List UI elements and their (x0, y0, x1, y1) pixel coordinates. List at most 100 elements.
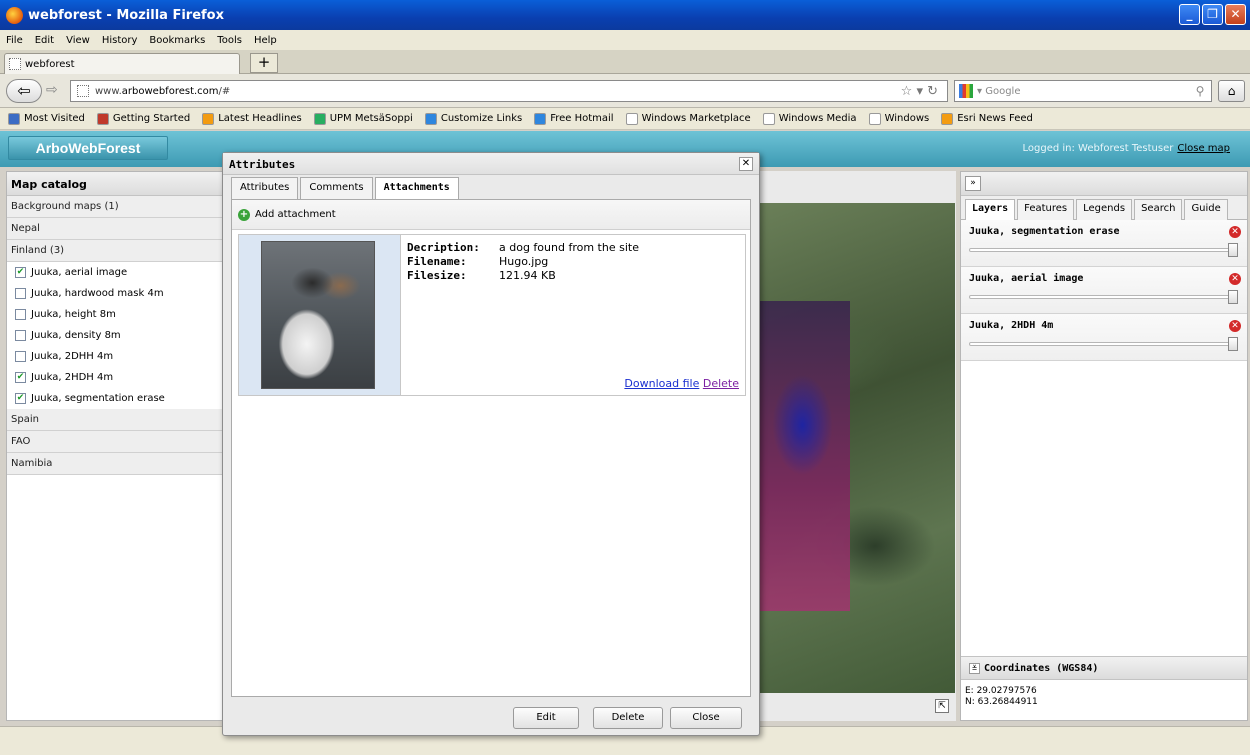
search-input[interactable]: ▾ Google ⚲ (954, 80, 1212, 102)
catalog-group[interactable]: FAO (7, 431, 229, 453)
edit-button[interactable]: Edit (513, 707, 579, 729)
browser-tab[interactable]: webforest (4, 53, 240, 74)
layer-checkbox[interactable] (15, 330, 26, 341)
menu-file[interactable]: File (6, 35, 23, 46)
bookmarks-toolbar: Most Visited Getting Started Latest Headli… (0, 108, 1250, 130)
filesize-value: 121.94 KB (499, 269, 556, 282)
dog-photo-thumbnail[interactable] (261, 241, 375, 389)
catalog-layer-item[interactable]: Juuka, density 8m (7, 325, 229, 346)
coordinates-toggle-icon[interactable]: ≚ (969, 662, 980, 674)
download-file-link[interactable]: Download file (624, 377, 699, 390)
collapse-right-panel-button[interactable]: » (965, 176, 981, 191)
menu-history[interactable]: History (102, 35, 138, 46)
menu-help[interactable]: Help (254, 35, 277, 46)
remove-layer-icon[interactable]: ✕ (1229, 226, 1241, 238)
opacity-slider[interactable] (969, 290, 1238, 304)
layer-checkbox[interactable] (15, 288, 26, 299)
dialog-close-icon[interactable]: ✕ (739, 157, 753, 171)
tab-features[interactable]: Features (1017, 199, 1075, 220)
opacity-slider[interactable] (969, 243, 1238, 257)
slider-handle[interactable] (1228, 290, 1238, 304)
bookmark-item[interactable]: Windows (868, 112, 929, 125)
layer-checkbox[interactable] (15, 309, 26, 320)
overview-toggle-icon[interactable]: ⇱ (935, 699, 949, 713)
catalog-layer-item[interactable]: Juuka, hardwood mask 4m (7, 283, 229, 304)
menu-tools[interactable]: Tools (217, 35, 242, 46)
restore-button[interactable]: ❐ (1202, 4, 1223, 25)
attachment-links: Download file Delete (624, 377, 739, 390)
minimize-button[interactable]: _ (1179, 4, 1200, 25)
dialog-tab-attachments[interactable]: Attachments (374, 177, 459, 200)
catalog-layer-item[interactable]: ✔ Juuka, aerial image (7, 262, 229, 283)
description-row: Decription: a dog found from the site (407, 241, 639, 254)
dialog-tab-comments[interactable]: Comments (300, 177, 373, 199)
bookmark-label: Customize Links (440, 113, 523, 124)
delete-button[interactable]: Delete (593, 707, 663, 729)
bookmark-item[interactable]: Getting Started (96, 112, 190, 125)
bookmark-item[interactable]: Latest Headlines (202, 112, 302, 125)
catalog-group[interactable]: Nepal (7, 218, 229, 240)
add-attachment-button[interactable]: + Add attachment (232, 200, 750, 230)
google-icon[interactable] (959, 84, 973, 98)
slider-handle[interactable] (1228, 337, 1238, 351)
layer-checkbox[interactable]: ✔ (15, 393, 26, 404)
tab-guide[interactable]: Guide (1184, 199, 1228, 220)
back-button[interactable]: ⇦ (6, 79, 42, 103)
close-window-button[interactable]: ✕ (1225, 4, 1246, 25)
site-identity-icon[interactable] (77, 85, 89, 97)
bookmark-item[interactable]: Esri News Feed (941, 112, 1033, 125)
url-bar[interactable]: www.arbowebforest.com/# (70, 80, 948, 102)
layer-name: Juuka, segmentation erase (969, 226, 1120, 237)
catalog-group[interactable]: Spain (7, 409, 229, 431)
login-status: Logged in: Webforest Testuser Close map (1023, 143, 1231, 154)
description-label: Decription: (407, 241, 480, 254)
close-map-link[interactable]: Close map (1177, 143, 1230, 154)
bookmark-item[interactable]: Customize Links (424, 112, 523, 125)
layer-label: Juuka, aerial image (31, 267, 128, 278)
layer-name: Juuka, aerial image (969, 273, 1084, 284)
menu-bookmarks[interactable]: Bookmarks (149, 35, 205, 46)
segmentation-overlay[interactable] (755, 301, 850, 611)
bookmark-item[interactable]: UPM MetsäSoppi (313, 112, 413, 125)
tab-legends[interactable]: Legends (1076, 199, 1133, 220)
dialog-tab-attributes[interactable]: Attributes (231, 177, 299, 199)
home-button[interactable]: ⌂ (1218, 80, 1245, 102)
catalog-layer-item[interactable]: Juuka, height 8m (7, 304, 229, 325)
right-panel-tabs: Layers Features Legends Search Guide (961, 196, 1247, 221)
layer-label: Juuka, hardwood mask 4m (31, 288, 164, 299)
bookmark-item[interactable]: Windows Marketplace (625, 112, 751, 125)
layer-label: Juuka, 2DHH 4m (31, 351, 114, 362)
catalog-layer-item[interactable]: Juuka, 2DHH 4m (7, 346, 229, 367)
catalog-layer-item[interactable]: ✔ Juuka, 2HDH 4m (7, 367, 229, 388)
layer-checkbox[interactable]: ✔ (15, 267, 26, 278)
tab-layers[interactable]: Layers (965, 199, 1016, 221)
bookmark-star-icon[interactable]: ☆ ▾ ↻ (901, 84, 938, 99)
menu-edit[interactable]: Edit (35, 35, 54, 46)
logged-in-text: Logged in: Webforest Testuser (1022, 143, 1174, 154)
bookmark-item[interactable]: Most Visited (8, 112, 85, 125)
remove-layer-icon[interactable]: ✕ (1229, 320, 1241, 332)
new-tab-button[interactable]: + (250, 53, 278, 73)
opacity-slider[interactable] (969, 337, 1238, 351)
slider-handle[interactable] (1228, 243, 1238, 257)
catalog-group[interactable]: Finland (3) (7, 240, 229, 262)
filesize-row: Filesize: 121.94 KB (407, 269, 556, 282)
remove-layer-icon[interactable]: ✕ (1229, 273, 1241, 285)
close-dialog-button[interactable]: Close (670, 707, 742, 729)
coordinates-header[interactable]: ≚ Coordinates (WGS84) (961, 656, 1247, 680)
catalog-group[interactable]: Namibia (7, 453, 229, 475)
layer-checkbox[interactable] (15, 351, 26, 362)
search-go-icon[interactable]: ⚲ (1189, 81, 1211, 101)
delete-attachment-link[interactable]: Delete (703, 377, 739, 390)
attachment-thumbnail-cell (239, 235, 401, 395)
catalog-group[interactable]: Background maps (1) (7, 196, 229, 218)
forward-button[interactable]: ⇨ (46, 82, 58, 98)
dialog-tabs: Attributes Comments Attachments (231, 177, 459, 200)
layer-checkbox[interactable]: ✔ (15, 372, 26, 383)
tab-search[interactable]: Search (1134, 199, 1183, 220)
bookmark-item[interactable]: Free Hotmail (534, 112, 614, 125)
menu-view[interactable]: View (66, 35, 90, 46)
catalog-layer-item[interactable]: ✔ Juuka, segmentation erase (7, 388, 229, 409)
bookmark-item[interactable]: Windows Media (762, 112, 857, 125)
add-attachment-label: Add attachment (255, 209, 336, 220)
